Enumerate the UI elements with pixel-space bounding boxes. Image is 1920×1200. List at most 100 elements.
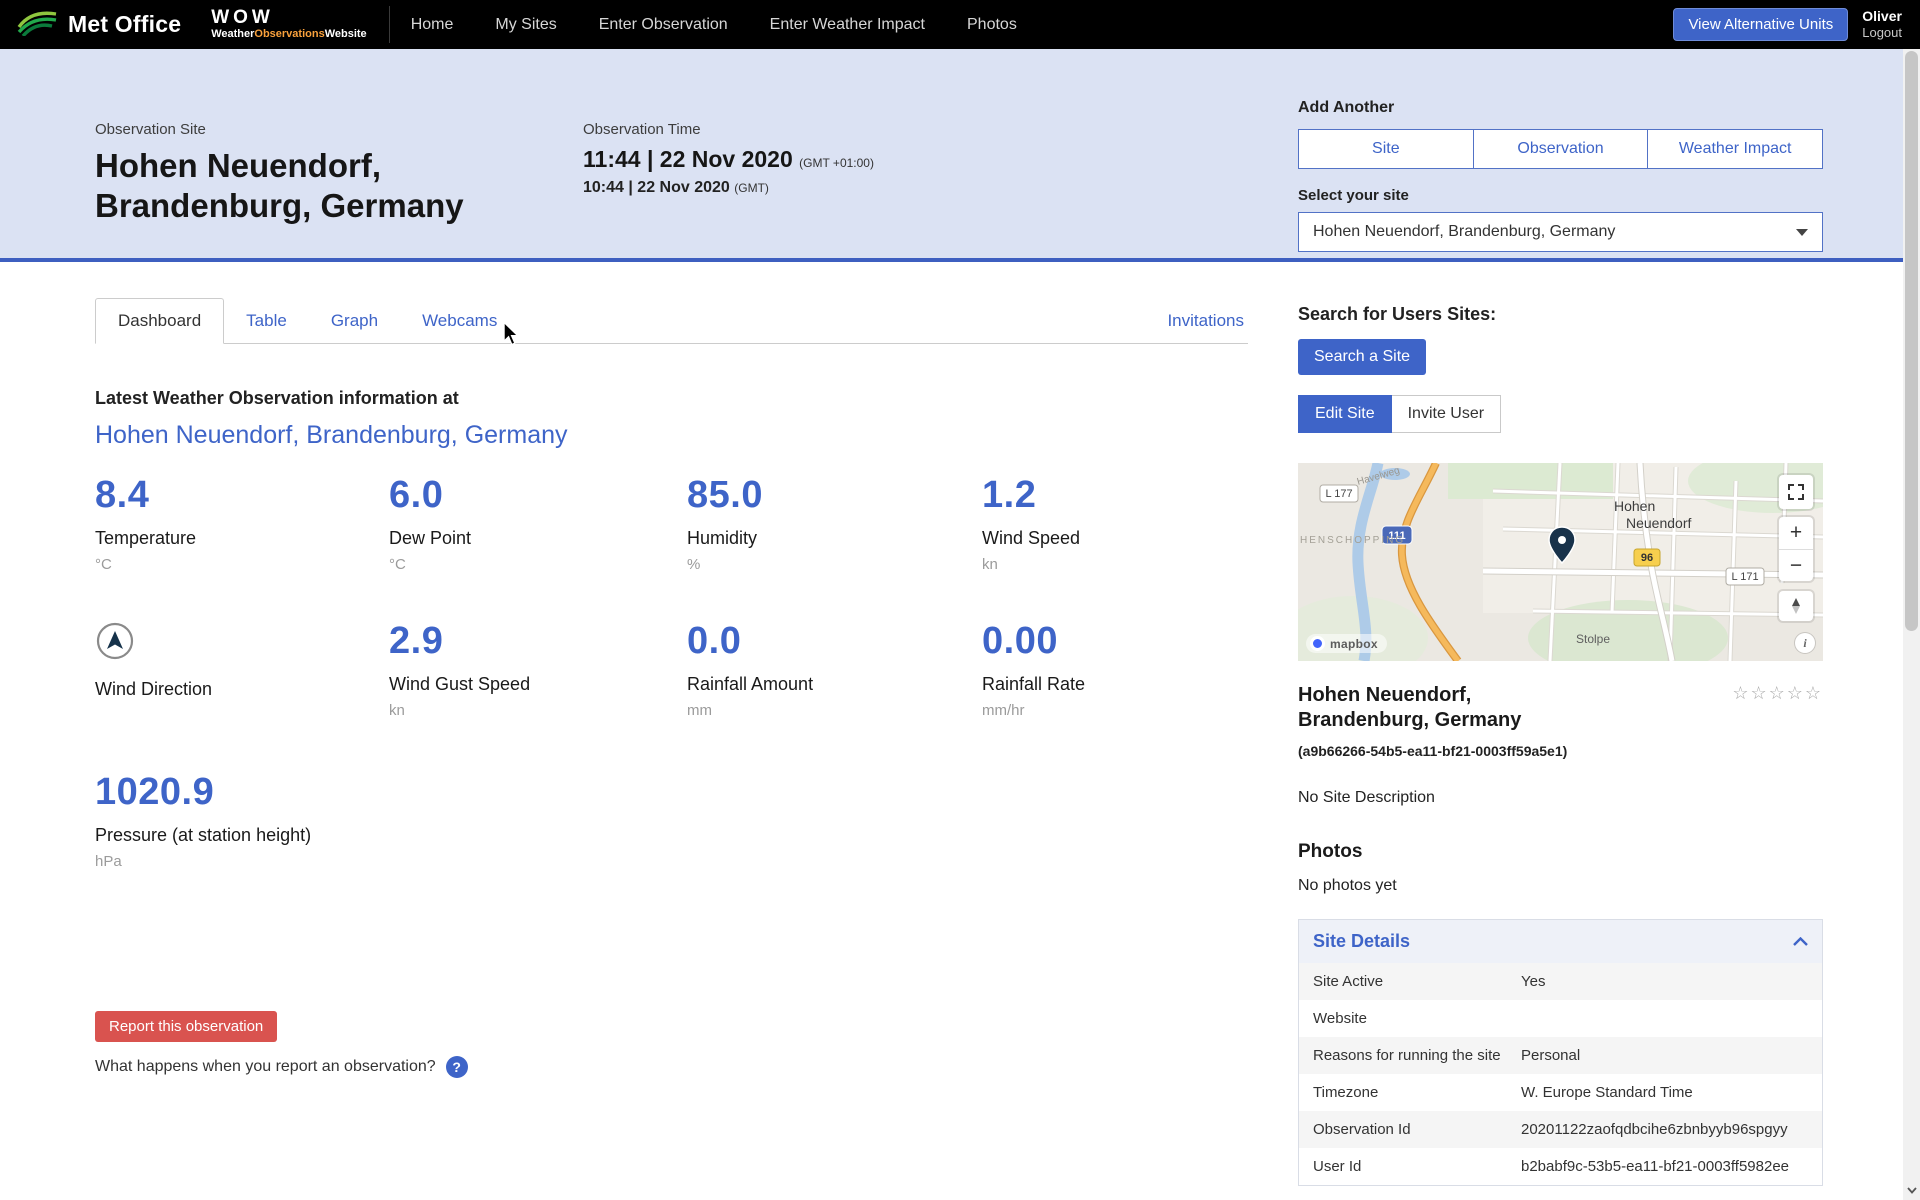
metric-unit: mm [687,702,982,720]
metric-rainfall-rate: 0.00 Rainfall Rate mm/hr [982,618,1248,725]
help-question-icon[interactable]: ? [446,1056,468,1078]
chevron-down-icon [1796,229,1808,236]
add-observation-button[interactable]: Observation [1473,129,1649,169]
local-time-offset: (GMT +01:00) [799,156,874,170]
metric-label: Rainfall Rate [982,674,1248,695]
metric-unit: kn [982,556,1248,574]
add-another-buttons: Site Observation Weather Impact [1298,129,1823,169]
map-fullscreen-button[interactable] [1779,475,1813,509]
met-office-logo[interactable]: Met Office [0,0,201,49]
metric-value: 6.0 [389,472,687,518]
detail-label: Website [1313,1010,1521,1027]
wow-website: Website [325,28,367,40]
site-details-row: Reasons for running the site Personal [1299,1037,1822,1074]
metric-value: 8.4 [95,472,389,518]
search-users-sites-label: Search for Users Sites: [1298,304,1823,325]
tab-graph[interactable]: Graph [309,299,400,343]
map-attribution-info-icon[interactable]: i [1795,633,1815,653]
mapbox-logo[interactable]: mapbox [1306,634,1387,653]
vertical-scrollbar[interactable] [1903,49,1920,1200]
main-area: Dashboard Table Graph Webcams Invitation… [0,262,1920,1200]
tab-bar: Dashboard Table Graph Webcams Invitation… [95,298,1248,344]
nav-enter-weather-impact[interactable]: Enter Weather Impact [749,0,946,49]
gmt-time: 10:44 | 22 Nov 2020 (GMT) [583,179,1298,197]
metric-label: Humidity [687,528,982,549]
site-details-row: Timezone W. Europe Standard Time [1299,1074,1822,1111]
site-rating-stars[interactable]: ☆☆☆☆☆ [1732,683,1823,704]
scrollbar-down-arrow[interactable] [1903,1182,1920,1198]
detail-value: 20201122zaofqdbcihe6zbnbyyb96spgyy [1521,1121,1808,1138]
top-navbar: Met Office WOW WeatherObservationsWebsit… [0,0,1920,49]
detail-value: W. Europe Standard Time [1521,1084,1808,1101]
metric-unit: % [687,556,982,574]
select-site-label: Select your site [1298,187,1823,204]
site-name-link[interactable]: Hohen Neuendorf, Brandenburg, Germany [95,421,568,450]
gmt-time-value: 10:44 | 22 Nov 2020 [583,179,730,196]
metric-value: 1020.9 [95,769,389,815]
site-select-dropdown[interactable]: Hohen Neuendorf, Brandenburg, Germany [1298,212,1823,252]
map-label-town-1: Hohen [1614,498,1655,514]
map-label-town-2: Neuendorf [1626,515,1691,531]
invitations-link[interactable]: Invitations [1167,311,1248,343]
observation-time-block: Observation Time 11:44 | 22 Nov 2020 (GM… [583,121,1298,258]
metric-rainfall-amount: 0.0 Rainfall Amount mm [687,618,982,725]
report-help-row: What happens when you report an observat… [95,1056,1248,1078]
scrollbar-thumb[interactable] [1905,51,1918,631]
add-weather-impact-button[interactable]: Weather Impact [1647,129,1823,169]
site-details-row: User Id b2babf9c-53b5-ea11-bf21-0003ff59… [1299,1148,1822,1185]
metric-label: Temperature [95,528,389,549]
metric-pressure: 1020.9 Pressure (at station height) hPa [95,769,389,871]
site-header: Observation Site Hohen Neuendorf, Brande… [0,49,1920,262]
site-details-row: Observation Id 20201122zaofqdbcihe6zbnby… [1299,1111,1822,1148]
view-alternative-units-button[interactable]: View Alternative Units [1673,8,1848,41]
site-details-row: Site Active Yes [1299,963,1822,1000]
tab-dashboard[interactable]: Dashboard [95,298,224,344]
wow-observations: Observations [254,28,324,40]
metric-value: 2.9 [389,618,687,664]
road-label-l171: L 171 [1731,571,1758,583]
metric-unit: °C [389,556,687,574]
metric-value: 1.2 [982,472,1248,518]
edit-site-button[interactable]: Edit Site [1298,395,1392,433]
metric-unit: °C [95,556,389,574]
road-label-96: 96 [1641,552,1653,564]
add-another-label: Add Another [1298,99,1823,117]
map-label-stolpe: Stolpe [1576,632,1610,646]
nav-my-sites[interactable]: My Sites [474,0,577,49]
compass-needle-icon [1790,598,1802,614]
nav-photos[interactable]: Photos [946,0,1038,49]
tab-table[interactable]: Table [224,299,309,343]
wow-logo[interactable]: WOW WeatherObservationsWebsite [201,0,389,49]
report-observation-button[interactable]: Report this observation [95,1011,277,1042]
add-site-button[interactable]: Site [1298,129,1474,169]
invite-user-button[interactable]: Invite User [1392,395,1501,433]
local-time: 11:44 | 22 Nov 2020 (GMT +01:00) [583,146,1298,173]
username: Oliver [1862,8,1902,26]
add-another-block: Add Another Site Observation Weather Imp… [1298,99,1823,258]
site-map[interactable]: L 177 111 96 L 171 Havelweg HENSCHOPPING [1298,463,1823,661]
observation-site-name: Hohen Neuendorf, Brandenburg, Germany [95,146,555,225]
tab-webcams[interactable]: Webcams [400,299,519,343]
logout-link[interactable]: Logout [1862,25,1902,41]
nav-enter-observation[interactable]: Enter Observation [578,0,749,49]
nav-links: Home My Sites Enter Observation Enter We… [390,0,1038,49]
metric-value: 0.0 [687,618,982,664]
search-a-site-button[interactable]: Search a Site [1298,339,1426,375]
map-compass-button[interactable] [1779,591,1813,621]
nav-home[interactable]: Home [390,0,475,49]
detail-label: Timezone [1313,1084,1521,1101]
sidebar-site-name-row: Hohen Neuendorf, Brandenburg, Germany ☆☆… [1298,683,1823,733]
latest-observation-intro: Latest Weather Observation information a… [95,388,1248,409]
wow-weather: Weather [211,28,254,40]
gmt-time-offset: (GMT) [734,181,769,195]
detail-value: Yes [1521,973,1808,990]
zoom-out-button[interactable]: − [1779,549,1813,581]
metric-label: Wind Speed [982,528,1248,549]
site-details-panel: Site Details Site Active Yes Website Rea… [1298,919,1823,1186]
map-canvas[interactable]: L 177 111 96 L 171 Havelweg HENSCHOPPING [1298,463,1823,661]
site-details-rows: Site Active Yes Website Reasons for runn… [1299,963,1822,1185]
site-details-header[interactable]: Site Details [1299,920,1822,963]
road-shield-l177: L 177 [1320,485,1358,502]
metric-unit: hPa [95,853,389,871]
zoom-in-button[interactable]: + [1779,517,1813,549]
